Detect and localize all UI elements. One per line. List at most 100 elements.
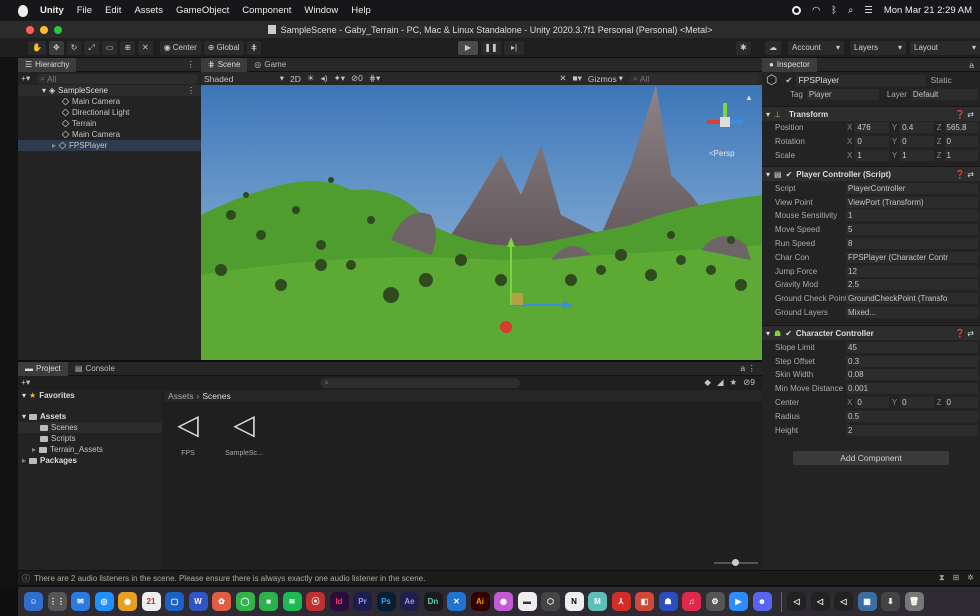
grid-toggle-icon[interactable]: ⋕▾ xyxy=(369,73,380,84)
property-field[interactable]: 5 xyxy=(846,224,978,236)
safari-icon[interactable]: ◎ xyxy=(94,592,114,611)
clock[interactable]: Mon Mar 21 2:29 AM xyxy=(884,5,972,16)
axis-y-field[interactable]: 0 xyxy=(900,136,934,148)
enabled-checkbox[interactable]: ✔ xyxy=(786,170,793,179)
component-menu-icon[interactable]: ❓ ⇄ xyxy=(955,170,974,179)
visibility-icon[interactable]: ⊘0 xyxy=(351,73,363,84)
tab-project[interactable]: ▬ Project xyxy=(18,361,68,376)
hierarchy-item[interactable]: Terrain xyxy=(18,118,201,129)
unity-hub-icon[interactable]: ⬡ xyxy=(541,592,560,611)
collab-icon[interactable]: ✱ xyxy=(736,40,751,55)
project-search-input[interactable]: ⌕ xyxy=(320,377,521,388)
layout-dropdown[interactable]: Layout ▾ xyxy=(910,40,980,55)
app-icon[interactable]: ◉ xyxy=(494,592,513,611)
hidden-packages-icon[interactable]: ⊘9 xyxy=(743,377,755,388)
tab-game[interactable]: ◎ Game xyxy=(247,58,293,72)
tab-scene[interactable]: ⋕ Scene xyxy=(201,57,248,72)
hierarchy-item[interactable]: Directional Light xyxy=(18,107,201,118)
control-center-icon[interactable]: ☰ xyxy=(864,5,873,16)
property-field[interactable]: 0.001 xyxy=(846,383,978,395)
tree-item-assets[interactable]: ▾ Assets xyxy=(18,411,162,422)
property-field[interactable]: 0.5 xyxy=(846,410,978,422)
spotify-icon[interactable]: ≋ xyxy=(282,592,302,611)
menu-gameobject[interactable]: GameObject xyxy=(176,5,229,16)
slider-thumb[interactable] xyxy=(732,559,739,566)
app-icon[interactable]: ◧ xyxy=(635,592,654,611)
menu-edit[interactable]: Edit xyxy=(105,5,121,16)
axis-y-field[interactable]: 0.4 xyxy=(900,122,934,134)
menu-assets[interactable]: Assets xyxy=(134,5,163,16)
camera-icon[interactable]: ■▾ xyxy=(573,73,582,84)
property-field[interactable]: Mixed... xyxy=(846,306,978,318)
zoom-icon[interactable]: ▶ xyxy=(729,592,748,611)
tree-item-scenes[interactable]: Scenes xyxy=(18,422,162,433)
property-field[interactable]: 0.08 xyxy=(846,369,978,381)
finder-icon[interactable]: ☺ xyxy=(24,592,43,611)
mode-2d-toggle[interactable]: 2D xyxy=(290,74,301,84)
minimize-window-button[interactable] xyxy=(40,26,48,34)
word-icon[interactable]: W xyxy=(188,592,208,611)
move-tool-icon[interactable]: ✥ xyxy=(48,40,64,55)
photos-icon[interactable]: ✿ xyxy=(212,592,231,611)
axis-x-field[interactable]: 0 xyxy=(855,396,889,408)
custom-tool-icon[interactable]: ✕ xyxy=(138,40,153,55)
hierarchy-item-selected[interactable]: ▸ FPSPlayer xyxy=(18,140,201,151)
blender-icon[interactable]: ⦿ xyxy=(306,592,325,611)
account-dropdown[interactable]: Account ▾ xyxy=(788,40,844,55)
menu-window[interactable]: Window xyxy=(304,5,338,16)
lock-icon[interactable]: a ⋮ xyxy=(740,363,756,374)
menu-help[interactable]: Help xyxy=(351,5,371,16)
tag-dropdown[interactable]: Player xyxy=(806,88,879,100)
mail-icon[interactable]: ✉ xyxy=(71,592,90,611)
axis-x-field[interactable]: 476 xyxy=(855,122,889,134)
tools-icon[interactable]: ✕ xyxy=(559,73,566,84)
component-menu-icon[interactable]: ❓ ⇄ xyxy=(955,329,974,338)
apple-icon[interactable] xyxy=(18,4,28,17)
tab-console[interactable]: ▤ Console xyxy=(68,362,122,376)
property-field[interactable]: GroundCheckPoint (Transfo xyxy=(846,293,978,305)
transform-header[interactable]: ▾ ⊥ Transform ❓ ⇄ xyxy=(762,106,980,121)
unity-icon[interactable]: ◁ xyxy=(834,592,853,611)
breadcrumb-scenes[interactable]: Scenes xyxy=(202,391,230,401)
chrome-icon[interactable]: ◉ xyxy=(118,592,137,611)
hierarchy-item[interactable]: Main Camera xyxy=(18,96,201,107)
music-icon[interactable]: ♫ xyxy=(682,592,701,611)
zoom-window-button[interactable] xyxy=(54,26,62,34)
bluetooth-icon[interactable]: ᛒ xyxy=(831,5,837,16)
object-name-field[interactable]: FPSPlayer xyxy=(796,74,927,86)
pause-button[interactable]: ❚❚ xyxy=(481,40,501,55)
unity-icon[interactable]: ◁ xyxy=(810,592,830,611)
discord-icon[interactable]: ☻ xyxy=(752,592,772,611)
asset-item[interactable]: ◁ SampleSc... xyxy=(224,408,264,457)
breadcrumb-assets[interactable]: Assets xyxy=(168,391,194,401)
messages-icon[interactable]: ◯ xyxy=(235,592,255,611)
tree-item-terrain-assets[interactable]: ▸ Terrain_Assets xyxy=(18,444,162,455)
icon-size-slider[interactable] xyxy=(714,559,758,566)
axis-z-field[interactable]: 565.8 xyxy=(944,122,978,134)
close-window-button[interactable] xyxy=(26,26,34,34)
unity-icon[interactable]: ◁ xyxy=(787,592,806,611)
axis-x-field[interactable]: 0 xyxy=(855,136,889,148)
axis-z-field[interactable]: 0 xyxy=(944,396,978,408)
property-field[interactable]: 45 xyxy=(846,341,978,353)
enabled-checkbox[interactable]: ✔ xyxy=(785,329,792,338)
after-effects-icon[interactable]: Ae xyxy=(400,592,419,611)
player-controller-header[interactable]: ▾ ▤ ✔ Player Controller (Script) ❓ ⇄ xyxy=(762,166,980,182)
rotate-tool-icon[interactable]: ↻ xyxy=(66,40,82,55)
play-button[interactable]: ▶ xyxy=(458,40,478,55)
property-field[interactable]: 1 xyxy=(846,210,978,222)
property-field[interactable]: 0.3 xyxy=(846,355,978,367)
status-bar[interactable]: ⓘ There are 2 audio listeners in the sce… xyxy=(18,571,980,585)
audio-icon[interactable]: ◂) xyxy=(321,73,328,84)
layers-dropdown[interactable]: Layers ▾ xyxy=(850,40,906,55)
cloud-icon[interactable]: ☁ xyxy=(765,40,781,55)
static-toggle[interactable]: Static xyxy=(930,75,951,85)
vscode-icon[interactable]: ✕ xyxy=(447,592,466,611)
acrobat-icon[interactable]: ⅄ xyxy=(611,592,631,611)
tab-hierarchy[interactable]: ☰ Hierarchy xyxy=(18,57,77,72)
more-icon[interactable]: ⋮ xyxy=(187,86,195,95)
downloads-icon[interactable]: ⬇ xyxy=(881,592,900,611)
character-controller-header[interactable]: ▾ ☗ ✔ Character Controller ❓ ⇄ xyxy=(762,325,980,341)
progress-icon[interactable]: ⧗ xyxy=(939,573,945,583)
persp-label[interactable]: <Persp xyxy=(709,149,735,158)
